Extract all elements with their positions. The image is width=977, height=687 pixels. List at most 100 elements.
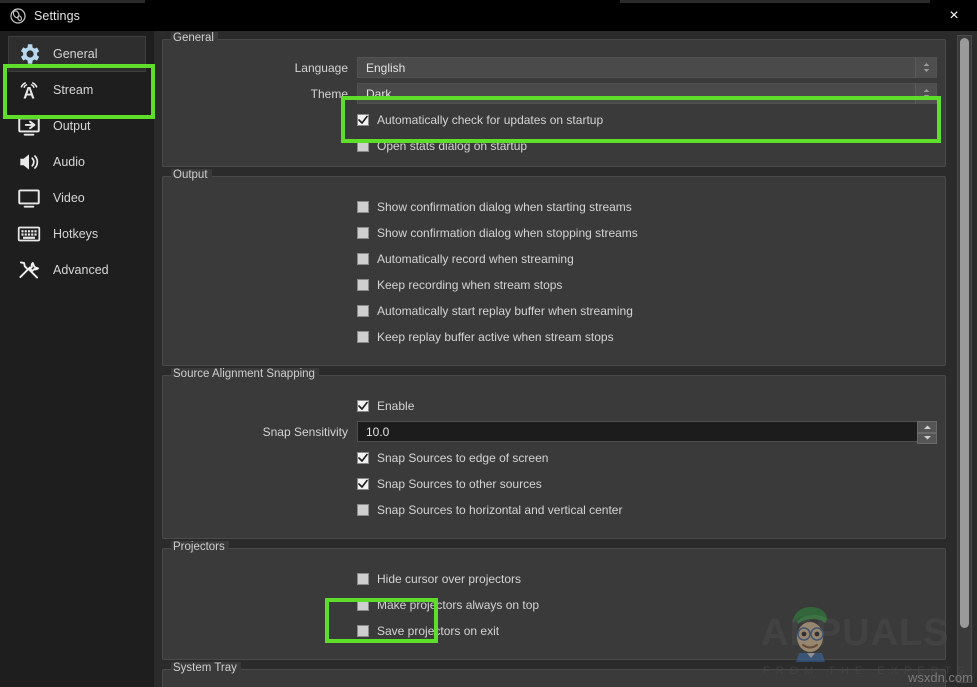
stepper-down-icon[interactable] (917, 432, 937, 444)
group-title-general: General (171, 32, 218, 44)
sidebar-item-hotkeys[interactable]: Hotkeys (8, 216, 146, 252)
checkbox-label: Show confirmation dialog when stopping s… (377, 225, 638, 240)
checkbox-row-open-stats: Open stats dialog on startup (171, 134, 937, 157)
keyboard-icon (11, 218, 47, 250)
checkbox-label: Snap Sources to other sources (377, 476, 542, 491)
checkbox-label: Automatically start replay buffer when s… (377, 303, 633, 318)
checkbox-hide-cursor-over-projectors[interactable] (357, 572, 369, 585)
group-title-system-tray: System Tray (171, 662, 241, 674)
checkbox-row-hide-cursor: Hide cursor over projectors (171, 567, 937, 590)
language-row: Language English (171, 56, 937, 79)
checkbox-save-projectors-on-exit[interactable] (357, 624, 369, 637)
checkbox-row-save-projectors: Save projectors on exit (171, 619, 937, 642)
sidebar-item-general[interactable]: General (8, 36, 146, 72)
window-title: Settings (34, 8, 80, 23)
sidebar-item-label: Video (53, 191, 85, 205)
group-source-alignment-snapping: Source Alignment Snapping Enable Snap Se… (162, 368, 946, 539)
checkbox-label: Save projectors on exit (377, 623, 500, 638)
scrollbar-thumb[interactable] (960, 38, 969, 628)
stepper-up-icon[interactable] (917, 421, 937, 433)
group-title-snapping: Source Alignment Snapping (171, 368, 319, 380)
vertical-scrollbar[interactable] (957, 35, 972, 683)
sidebar-item-label: Advanced (53, 263, 109, 277)
group-output: Output Show confirmation dialog when sta… (162, 169, 946, 366)
snap-sensitivity-input[interactable]: 10.0 (357, 421, 937, 444)
checkbox-snapping-enable[interactable] (357, 399, 369, 412)
checkbox-auto-record[interactable] (357, 252, 369, 265)
group-general: General Language English Theme Dark Auto… (162, 32, 946, 167)
checkbox-confirm-start-stream[interactable] (357, 200, 369, 213)
group-projectors: Projectors Hide cursor over projectors M… (162, 541, 946, 660)
snap-sensitivity-stepper (917, 421, 937, 444)
checkbox-row-projectors-always-top: Make projectors always on top (171, 593, 937, 616)
group-system-tray: System Tray Enable Minimize to system tr… (162, 662, 946, 687)
checkbox-label: Hide cursor over projectors (377, 571, 522, 586)
language-label: Language (294, 60, 348, 75)
checkbox-row-snap-center: Snap Sources to horizontal and vertical … (171, 498, 937, 521)
checkbox-row-snap-enable: Enable (171, 394, 937, 417)
settings-window-body: General A Stream Output Audio Video Hotk… (0, 31, 977, 687)
checkbox-open-stats[interactable] (357, 139, 369, 152)
checkbox-label: Keep replay buffer active when stream st… (377, 329, 614, 344)
checkbox-label: Automatically record when streaming (377, 251, 574, 266)
sidebar-item-stream[interactable]: A Stream (8, 72, 146, 108)
checkbox-confirm-stop-stream[interactable] (357, 226, 369, 239)
sidebar-item-audio[interactable]: Audio (8, 144, 146, 180)
sidebar-item-label: Stream (53, 83, 94, 97)
theme-value: Dark (366, 86, 392, 101)
sidebar-item-advanced[interactable]: Advanced (8, 252, 146, 288)
checkbox-label: Snap Sources to edge of screen (377, 450, 549, 465)
theme-label: Theme (310, 86, 348, 101)
sidebar-item-label: Audio (53, 155, 85, 169)
broadcast-icon: A (11, 74, 47, 106)
settings-content: General Language English Theme Dark Auto… (154, 31, 977, 687)
checkbox-label: Automatically check for updates on start… (377, 112, 604, 127)
sidebar-item-label: Output (53, 119, 91, 133)
checkbox-label: Enable (377, 398, 415, 413)
checkbox-row-confirm-stop: Show confirmation dialog when stopping s… (171, 221, 937, 244)
checkbox-row-snap-edge: Snap Sources to edge of screen (171, 446, 937, 469)
checkbox-projectors-always-on-top[interactable] (357, 598, 369, 611)
checkbox-keep-recording[interactable] (357, 278, 369, 291)
checkbox-row-keep-replay-buffer: Keep replay buffer active when stream st… (171, 325, 937, 348)
checkbox-snap-other-sources[interactable] (357, 477, 369, 490)
checkbox-auto-update[interactable] (357, 113, 369, 126)
checkbox-row-auto-update: Automatically check for updates on start… (171, 108, 937, 131)
chevron-updown-icon (915, 57, 936, 78)
sidebar-item-label: Hotkeys (53, 227, 99, 241)
speaker-icon (11, 146, 47, 178)
checkbox-row-snap-other-sources: Snap Sources to other sources (171, 472, 937, 495)
checkbox-auto-replay-buffer[interactable] (357, 304, 369, 317)
checkbox-label: Keep recording when stream stops (377, 277, 563, 292)
checkbox-label: Show confirmation dialog when starting s… (377, 199, 632, 214)
checkbox-keep-replay-buffer[interactable] (357, 330, 369, 343)
group-title-projectors: Projectors (171, 541, 229, 553)
checkbox-row-keep-recording: Keep recording when stream stops (171, 273, 937, 296)
snap-sensitivity-value: 10.0 (366, 424, 390, 439)
snap-sensitivity-label: Snap Sensitivity (262, 424, 348, 439)
checkbox-label: Make projectors always on top (377, 597, 540, 612)
watermark-domain: wsxdn.com (907, 670, 973, 685)
settings-sidebar: General A Stream Output Audio Video Hotk… (0, 31, 155, 687)
checkbox-snap-edge-of-screen[interactable] (357, 451, 369, 464)
checkbox-row-auto-record: Automatically record when streaming (171, 247, 937, 270)
obs-logo-icon (9, 7, 26, 24)
theme-select[interactable]: Dark (357, 83, 937, 104)
language-value: English (366, 60, 406, 75)
settings-scroll-area: General Language English Theme Dark Auto… (154, 31, 954, 687)
titlebar-edge-left (0, 0, 145, 3)
checkbox-label: Snap Sources to horizontal and vertical … (377, 502, 623, 517)
tools-icon (11, 254, 47, 286)
snap-sensitivity-row: Snap Sensitivity 10.0 (171, 420, 937, 444)
close-button[interactable]: × (931, 0, 977, 31)
theme-row: Theme Dark (171, 82, 937, 105)
gear-icon (11, 38, 47, 70)
language-select[interactable]: English (357, 57, 937, 78)
checkbox-row-confirm-start: Show confirmation dialog when starting s… (171, 195, 937, 218)
checkbox-row-auto-replay-buffer: Automatically start replay buffer when s… (171, 299, 937, 322)
display-icon (11, 182, 47, 214)
window-titlebar: Settings × (0, 0, 977, 31)
checkbox-snap-center[interactable] (357, 503, 369, 516)
sidebar-item-video[interactable]: Video (8, 180, 146, 216)
sidebar-item-output[interactable]: Output (8, 108, 146, 144)
